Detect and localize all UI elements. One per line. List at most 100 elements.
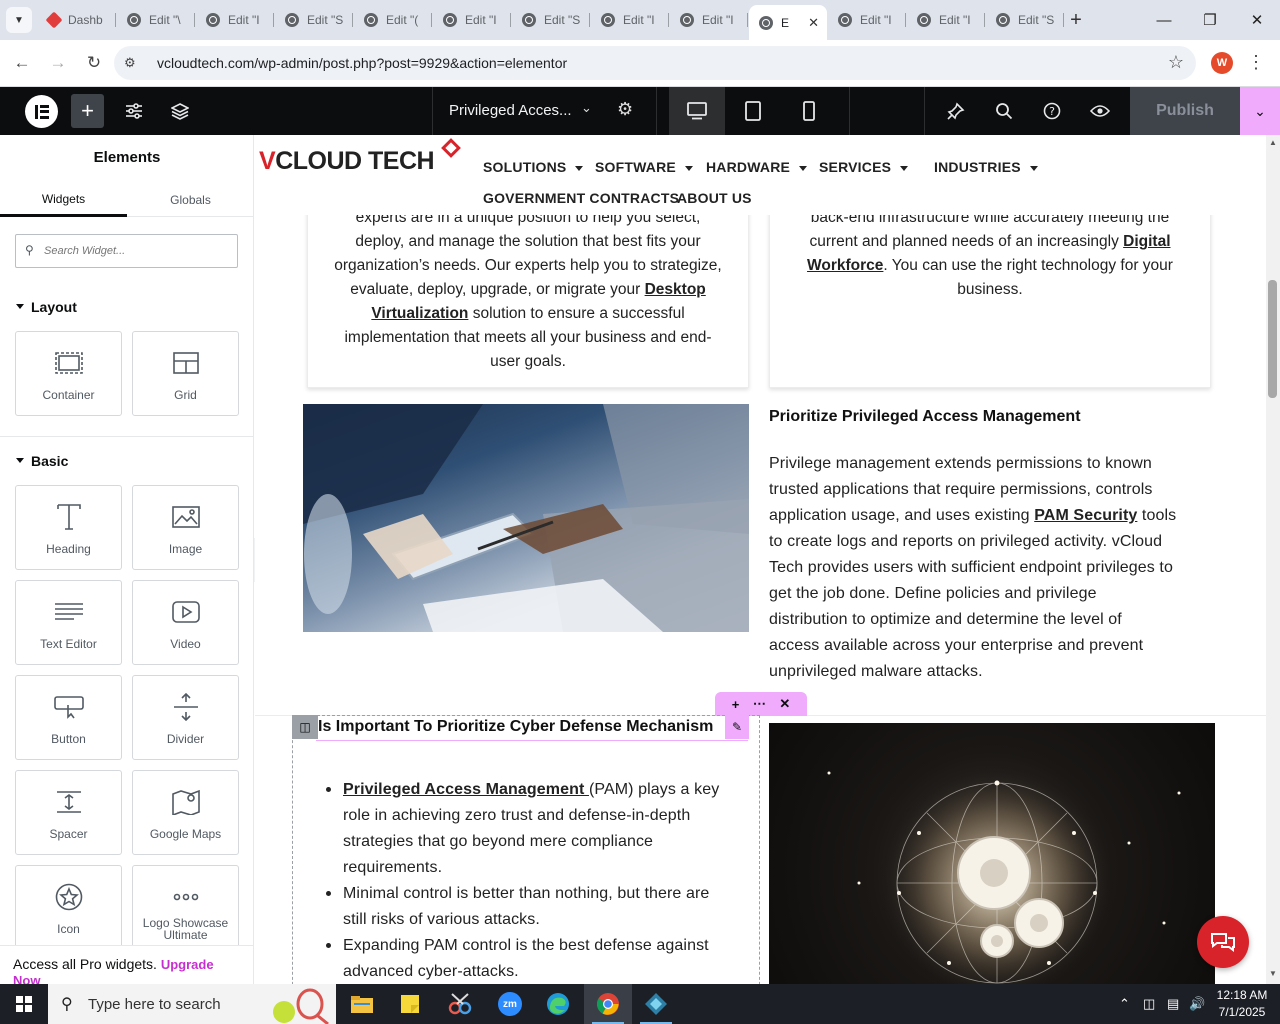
add-container-icon[interactable]: + bbox=[732, 697, 740, 712]
notes-pin-icon[interactable] bbox=[944, 99, 968, 123]
new-tab-button[interactable]: + bbox=[1064, 7, 1088, 33]
tab-search-button[interactable]: ▼ bbox=[6, 7, 32, 33]
widget-video[interactable]: Video bbox=[132, 580, 239, 665]
browser-tab[interactable]: Edit "I bbox=[433, 5, 511, 35]
cyber-gears-photo[interactable] bbox=[769, 723, 1215, 984]
nav-item-solutions[interactable]: SOLUTIONS bbox=[483, 159, 584, 175]
chat-button[interactable] bbox=[1197, 916, 1249, 968]
scroll-down-arrow-icon[interactable]: ▼ bbox=[1269, 969, 1277, 978]
scrollbar-thumb[interactable] bbox=[1268, 280, 1277, 398]
category-layout[interactable]: Layout bbox=[16, 299, 77, 315]
browser-tab[interactable]: Edit "S bbox=[986, 5, 1064, 35]
scroll-up-arrow-icon[interactable]: ▲ bbox=[1269, 138, 1277, 147]
close-window-button[interactable]: ✕ bbox=[1234, 0, 1280, 40]
edge-button[interactable] bbox=[534, 984, 582, 1024]
widget-text-editor[interactable]: Text Editor bbox=[15, 580, 122, 665]
nav-item-software[interactable]: SOFTWARE bbox=[595, 159, 693, 175]
widget-icon[interactable]: Icon bbox=[15, 865, 122, 950]
start-button[interactable] bbox=[0, 984, 48, 1024]
widget-spacer[interactable]: Spacer bbox=[15, 770, 122, 855]
bookmark-star-icon[interactable]: ☆ bbox=[1168, 52, 1184, 73]
vpn-app-button[interactable] bbox=[632, 984, 680, 1024]
file-explorer-button[interactable] bbox=[338, 984, 386, 1024]
security-notification-icon[interactable]: ◫ bbox=[1143, 996, 1155, 1012]
pam-link[interactable]: Privileged Access Management bbox=[343, 781, 589, 798]
site-settings-sliders-icon[interactable] bbox=[122, 99, 146, 123]
restore-button[interactable]: ❐ bbox=[1187, 0, 1233, 40]
network-icon[interactable]: ▤ bbox=[1167, 996, 1179, 1012]
vcloud-tech-logo[interactable]: VCLOUD TECH bbox=[259, 138, 461, 176]
column-handle-icon[interactable]: ◫ bbox=[292, 715, 318, 739]
page-scrollbar[interactable]: ▲ ▼ bbox=[1266, 135, 1280, 984]
browser-tab[interactable]: Edit "( bbox=[354, 5, 432, 35]
category-basic[interactable]: Basic bbox=[16, 453, 68, 469]
back-button[interactable]: ← bbox=[9, 50, 35, 76]
nav-item-hardware[interactable]: HARDWARE bbox=[706, 159, 808, 175]
forward-button[interactable]: → bbox=[45, 50, 71, 76]
page-settings-gear-icon[interactable]: ⚙ bbox=[617, 99, 633, 120]
volume-icon[interactable]: 🔊 bbox=[1189, 996, 1205, 1012]
drag-handle-icon[interactable]: ⋯ bbox=[753, 696, 766, 712]
profile-avatar[interactable]: W bbox=[1211, 52, 1233, 74]
zoom-button[interactable]: zm bbox=[486, 984, 534, 1024]
url-text[interactable]: vcloudtech.com/wp-admin/post.php?post=99… bbox=[157, 55, 567, 71]
help-icon[interactable]: ? bbox=[1040, 99, 1064, 123]
browser-tab[interactable]: Edit "I bbox=[591, 5, 669, 35]
show-hidden-icons-chevron-icon[interactable]: ⌃ bbox=[1119, 996, 1130, 1012]
container-handle[interactable]: + ⋯ ✕ bbox=[715, 692, 807, 716]
chrome-button[interactable] bbox=[584, 984, 632, 1024]
widget-heading[interactable]: Heading bbox=[15, 485, 122, 570]
virtualization-link[interactable]: Virtualization bbox=[371, 305, 468, 322]
widget-logo-showcase-ultimate[interactable]: Logo Showcase Ultimate bbox=[132, 865, 239, 950]
document-settings[interactable]: Privileged Acces... ⌄ ⚙ bbox=[432, 87, 657, 135]
widget-button[interactable]: Button bbox=[15, 675, 122, 760]
widget-image[interactable]: Image bbox=[132, 485, 239, 570]
edit-widget-pencil-icon[interactable]: ✎ bbox=[725, 715, 749, 739]
tab-globals[interactable]: Globals bbox=[127, 183, 253, 217]
taskbar-clock[interactable]: 12:18 AM 7/1/2025 bbox=[1208, 987, 1276, 1021]
site-settings-icon[interactable]: ⚙ bbox=[124, 55, 136, 71]
browser-tab[interactable]: Edit "I bbox=[828, 5, 906, 35]
publish-options-chevron-icon[interactable]: ⌄ bbox=[1240, 87, 1280, 135]
browser-menu-icon[interactable]: ⋮ bbox=[1247, 52, 1265, 73]
minimize-button[interactable]: — bbox=[1141, 0, 1187, 40]
preview-eye-icon[interactable] bbox=[1088, 99, 1112, 123]
mobile-view-button[interactable] bbox=[781, 87, 837, 135]
widget-google-maps[interactable]: Google Maps bbox=[132, 770, 239, 855]
browser-tab[interactable]: Edit "S bbox=[512, 5, 590, 35]
tab-widgets[interactable]: Widgets bbox=[0, 183, 127, 217]
tablet-view-button[interactable] bbox=[725, 87, 781, 135]
structure-layers-icon[interactable] bbox=[168, 99, 192, 123]
widget-search[interactable]: ⚲ bbox=[15, 234, 238, 268]
browser-tab[interactable]: Edit "I bbox=[907, 5, 985, 35]
nav-item-government-contracts[interactable]: GOVERNMENT CONTRACTS bbox=[483, 190, 679, 206]
digital-link[interactable]: Digital bbox=[1123, 233, 1170, 250]
pam-security-link[interactable]: PAM Security bbox=[1034, 507, 1137, 524]
browser-tab[interactable]: Edit "I bbox=[670, 5, 748, 35]
address-bar[interactable]: ⚙ vcloudtech.com/wp-admin/post.php?post=… bbox=[114, 46, 1196, 80]
browser-tab[interactable]: Dashb bbox=[38, 5, 116, 35]
widget-grid[interactable]: Grid bbox=[132, 331, 239, 416]
widget-divider[interactable]: Divider bbox=[132, 675, 239, 760]
browser-tab[interactable]: Edit "S bbox=[275, 5, 353, 35]
browser-tab[interactable]: Edit "\ bbox=[117, 5, 195, 35]
close-tab-icon[interactable]: ✕ bbox=[808, 15, 819, 31]
workforce-link[interactable]: Workforce bbox=[807, 257, 883, 274]
widget-search-input[interactable] bbox=[44, 242, 229, 260]
widget-container[interactable]: Container bbox=[15, 331, 122, 416]
browser-tab[interactable]: Edit "I bbox=[196, 5, 274, 35]
sticky-notes-button[interactable] bbox=[386, 984, 434, 1024]
desktop-view-button[interactable] bbox=[669, 87, 725, 135]
reload-button[interactable]: ↻ bbox=[81, 50, 107, 76]
desktop-link[interactable]: Desktop bbox=[645, 281, 706, 298]
chevron-down-icon[interactable]: ⌄ bbox=[581, 100, 592, 116]
add-element-button[interactable]: + bbox=[71, 94, 104, 128]
nav-item-industries[interactable]: INDUSTRIES bbox=[934, 159, 1038, 175]
taskbar-search[interactable]: ⚲ Type here to search bbox=[48, 984, 336, 1024]
document-title[interactable]: Privileged Acces... bbox=[449, 102, 572, 119]
elementor-logo-button[interactable] bbox=[25, 95, 58, 128]
nav-item-about-us[interactable]: ABOUT US bbox=[677, 190, 752, 206]
business-tablet-photo[interactable] bbox=[303, 404, 749, 632]
browser-tab[interactable]: E ✕ bbox=[749, 5, 827, 40]
search-icon[interactable] bbox=[992, 99, 1016, 123]
